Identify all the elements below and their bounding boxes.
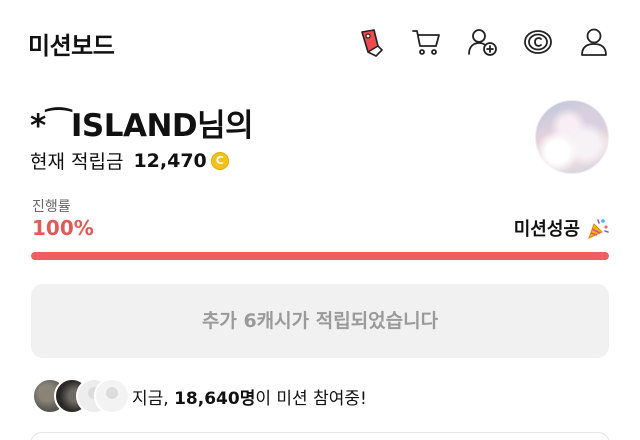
points-row: 현재 적립금 12,470 C [30, 147, 229, 174]
cart-icon[interactable] [410, 26, 442, 58]
participants-count: 18,640명 [174, 388, 256, 409]
coin-icon: C [210, 151, 229, 170]
reward-confirm-button[interactable]: 추가 6캐시가 적립되었습니다 [31, 284, 609, 358]
progress-value: 100% [32, 216, 94, 240]
mission-status-text: 미션성공 [513, 219, 580, 240]
profile-icon[interactable] [578, 26, 610, 58]
user-name: *⁀ISLAND님의 [30, 108, 254, 144]
cash-icon[interactable] [522, 26, 554, 58]
progress-bar [31, 252, 609, 260]
avatar[interactable] [535, 100, 609, 174]
party-popper-icon [588, 219, 609, 239]
participant-avatar-placeholder [94, 378, 130, 414]
points-label: 현재 적립금 [30, 151, 124, 173]
participants-suffix: 이 미션 참여중! [255, 388, 367, 409]
progress-label: 진행률 [32, 199, 71, 215]
progress-bar-fill [31, 252, 609, 260]
add-user-icon[interactable] [466, 26, 498, 58]
participants-text: 지금, 18,640명이 미션 참여중! [132, 384, 367, 409]
participants-row: 지금, 18,640명이 미션 참여중! [32, 378, 367, 414]
participant-avatars [32, 378, 130, 414]
next-section-card [30, 432, 610, 440]
header-icon-bar [354, 26, 610, 58]
participants-prefix: 지금, [132, 388, 175, 409]
points-amount: 12,470 [133, 149, 207, 172]
mission-status: 미션성공 [514, 215, 610, 241]
mission-tag-icon[interactable] [354, 26, 386, 58]
page-title: 미션보드 [28, 32, 115, 60]
header: 미션보드 [0, 0, 640, 90]
